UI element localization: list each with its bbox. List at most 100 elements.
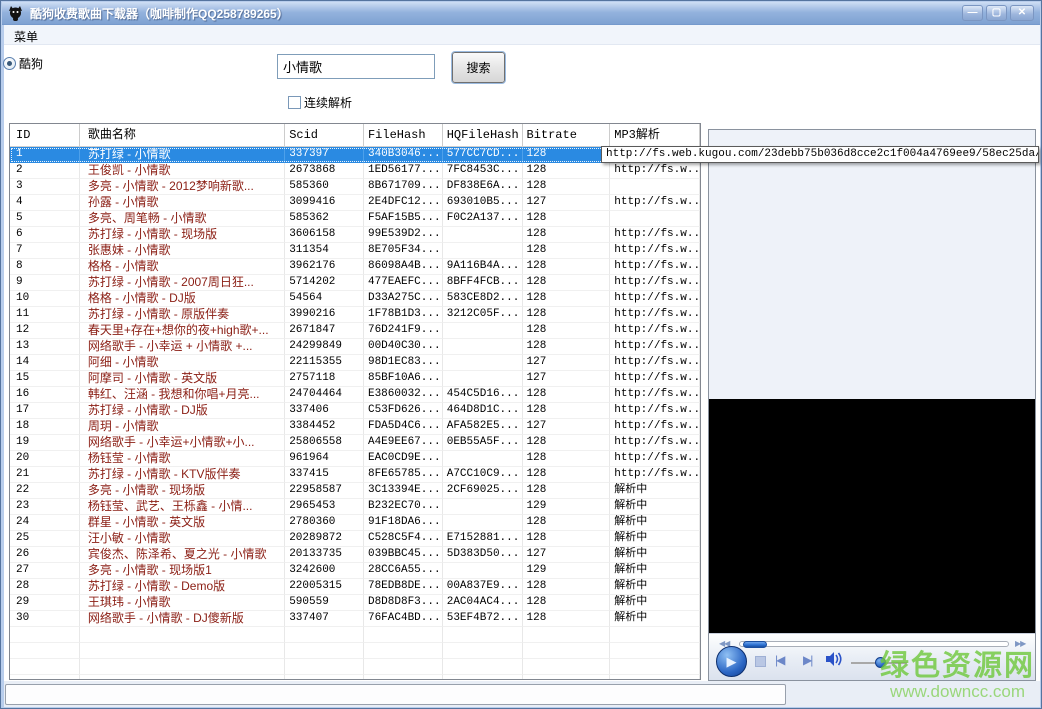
table-cell: 阿摩司 - 小情歌 - 英文版 [80,371,285,387]
table-cell [610,675,700,680]
column-header[interactable]: Scid [285,124,364,146]
table-row[interactable]: 3多亮 - 小情歌 - 2012梦响新歌...5853608B671709...… [10,179,700,195]
table-row[interactable]: 24群星 - 小情歌 - 英文版278036091F18DA6...128解析中 [10,515,700,531]
table-row[interactable]: 29王琪玮 - 小情歌590559D8D8D8F3...2AC04AC4...1… [10,595,700,611]
table-cell: 585360 [285,179,364,195]
seek-forward-icon[interactable]: ▶▶ [1015,639,1025,648]
table-cell: 22115355 [285,355,364,371]
table-cell [610,211,700,227]
table-row[interactable]: 1苏打绿 - 小情歌337397340B3046...577CC7CD...12… [10,147,700,163]
table-row[interactable]: 18周玥 - 小情歌3384452FDA5D4C6...AFA582E5...1… [10,419,700,435]
table-row[interactable]: 7张惠妹 - 小情歌3113548E705F34...128http://fs.… [10,243,700,259]
table-row[interactable]: 14阿细 - 小情歌2211535598D1EC83...127http://f… [10,355,700,371]
seek-slider[interactable] [739,641,1009,647]
column-header[interactable]: 歌曲名称 [80,124,285,146]
stop-button[interactable] [755,656,766,667]
search-button[interactable]: 搜索 [452,52,505,83]
volume-speaker-icon[interactable] [825,651,845,672]
table-cell: 590559 [285,595,364,611]
table-row[interactable]: 28苏打绿 - 小情歌 - Demo版2200531578EDB8DE...00… [10,579,700,595]
table-cell: 22005315 [285,579,364,595]
table-row[interactable]: 23杨钰莹、武艺、王栎鑫 - 小情...2965453B232EC70...12… [10,499,700,515]
table-cell: http://fs.w... [610,195,700,211]
volume-slider[interactable] [851,662,907,664]
table-row[interactable]: 25汪小敏 - 小情歌20289872C528C5F4...E7152881..… [10,531,700,547]
table-row[interactable]: 15阿摩司 - 小情歌 - 英文版275711885BF10A6...127ht… [10,371,700,387]
table-cell: 127 [523,355,611,371]
status-input[interactable] [5,684,786,705]
table-cell: 解析中 [610,499,700,515]
table-cell: http://fs.w... [610,259,700,275]
table-cell: 周玥 - 小情歌 [80,419,285,435]
table-row[interactable]: 4孙露 - 小情歌30994162E4DFC12...693010B5...12… [10,195,700,211]
table-cell: 22 [10,483,80,499]
table-cell [443,675,523,680]
table-cell [610,627,700,643]
column-header[interactable]: MP3解析 [610,124,700,146]
previous-button[interactable]: |◀ [775,653,783,667]
table-cell: 2780360 [285,515,364,531]
table-cell: 128 [523,259,611,275]
table-row[interactable]: 22多亮 - 小情歌 - 现场版229585873C13394E...2CF69… [10,483,700,499]
checkbox-icon[interactable] [288,96,301,109]
table-row[interactable]: 21苏打绿 - 小情歌 - KTV版伴奏3374158FE65785...A7C… [10,467,700,483]
search-input[interactable] [277,54,435,79]
column-header[interactable]: HQFileHash [443,124,523,146]
source-radio-kugou[interactable]: 酷狗 [3,55,43,72]
table-cell: 2757118 [285,371,364,387]
table-cell: 15 [10,371,80,387]
table-row[interactable]: 19网络歌手 - 小幸运+小情歌+小...25806558A4E9EE67...… [10,435,700,451]
table-row[interactable]: 26宾俊杰、陈泽希、夏之光 - 小情歌20133735039BBC45...5D… [10,547,700,563]
table-row[interactable]: 13网络歌手 - 小幸运 + 小情歌 +...2429984900D40C30.… [10,339,700,355]
table-row[interactable] [10,659,700,675]
table-row[interactable]: 30网络歌手 - 小情歌 - DJ傻新版33740776FAC4BD...53E… [10,611,700,627]
table-row[interactable] [10,643,700,659]
table-row[interactable] [10,675,700,680]
next-button[interactable]: ▶| [803,653,811,667]
table-row[interactable]: 5多亮、周笔畅 - 小情歌585362F5AF15B5...F0C2A137..… [10,211,700,227]
table-cell [523,659,611,675]
table-cell [443,563,523,579]
table-row[interactable]: 16韩红、汪涵 - 我想和你唱+月亮...24704464E3860032...… [10,387,700,403]
play-button[interactable]: ▶ [716,646,747,677]
table-cell: 26 [10,547,80,563]
column-header[interactable]: FileHash [364,124,443,146]
seek-thumb[interactable] [743,641,767,648]
table-cell [285,659,364,675]
table-cell [443,499,523,515]
radio-icon[interactable] [3,57,16,70]
table-row[interactable]: 12春天里+存在+想你的夜+high歌+...267184776D241F9..… [10,323,700,339]
table-row[interactable]: 10格格 - 小情歌 - DJ版54564D33A275C...583CE8D2… [10,291,700,307]
table-row[interactable]: 27多亮 - 小情歌 - 现场版1324260028CC6A55...129解析… [10,563,700,579]
table-cell: 1ED56177... [364,163,443,179]
table-cell: 24299849 [285,339,364,355]
maximize-button[interactable]: ▢ [986,5,1007,21]
close-button[interactable]: ✕ [1010,5,1034,21]
table-cell: 14 [10,355,80,371]
table-cell: 韩红、汪涵 - 我想和你唱+月亮... [80,387,285,403]
table-row[interactable]: 2王俊凯 - 小情歌26738681ED56177...7FC8453C...1… [10,163,700,179]
table-cell: 苏打绿 - 小情歌 - DJ版 [80,403,285,419]
table-row[interactable]: 8格格 - 小情歌396217686098A4B...9A116B4A...12… [10,259,700,275]
minimize-button[interactable]: — [962,5,983,21]
continuous-parse-checkbox[interactable]: 连续解析 [288,94,352,111]
column-header[interactable]: Bitrate [523,124,611,146]
table-cell: 解析中 [610,515,700,531]
table-cell: http://fs.w... [610,371,700,387]
table-row[interactable]: 20杨钰莹 - 小情歌961964EAC0CD9E...128http://fs… [10,451,700,467]
table-row[interactable]: 17苏打绿 - 小情歌 - DJ版337406C53FD626...464D8D… [10,403,700,419]
menu-item-caidan[interactable]: 菜单 [4,25,48,45]
table-row[interactable]: 9苏打绿 - 小情歌 - 2007周日狂...5714202477EAEFC..… [10,275,700,291]
volume-thumb[interactable] [875,657,886,668]
table-cell: 00D40C30... [364,339,443,355]
column-header[interactable]: ID [10,124,80,146]
table-cell: FDA5D4C6... [364,419,443,435]
table-row[interactable] [10,627,700,643]
table-cell: 53EF4B72... [443,611,523,627]
table-cell: 解析中 [610,563,700,579]
title-bar[interactable]: 酷狗收费歌曲下载器（咖啡制作QQ258789265） — ▢ ✕ [2,2,1040,25]
table-row[interactable]: 11苏打绿 - 小情歌 - 原版伴奏39902161F78B1D3...3212… [10,307,700,323]
table-row[interactable]: 6苏打绿 - 小情歌 - 现场版360615899E539D2...128htt… [10,227,700,243]
table-cell: 5714202 [285,275,364,291]
table-cell: http://fs.w... [610,243,700,259]
